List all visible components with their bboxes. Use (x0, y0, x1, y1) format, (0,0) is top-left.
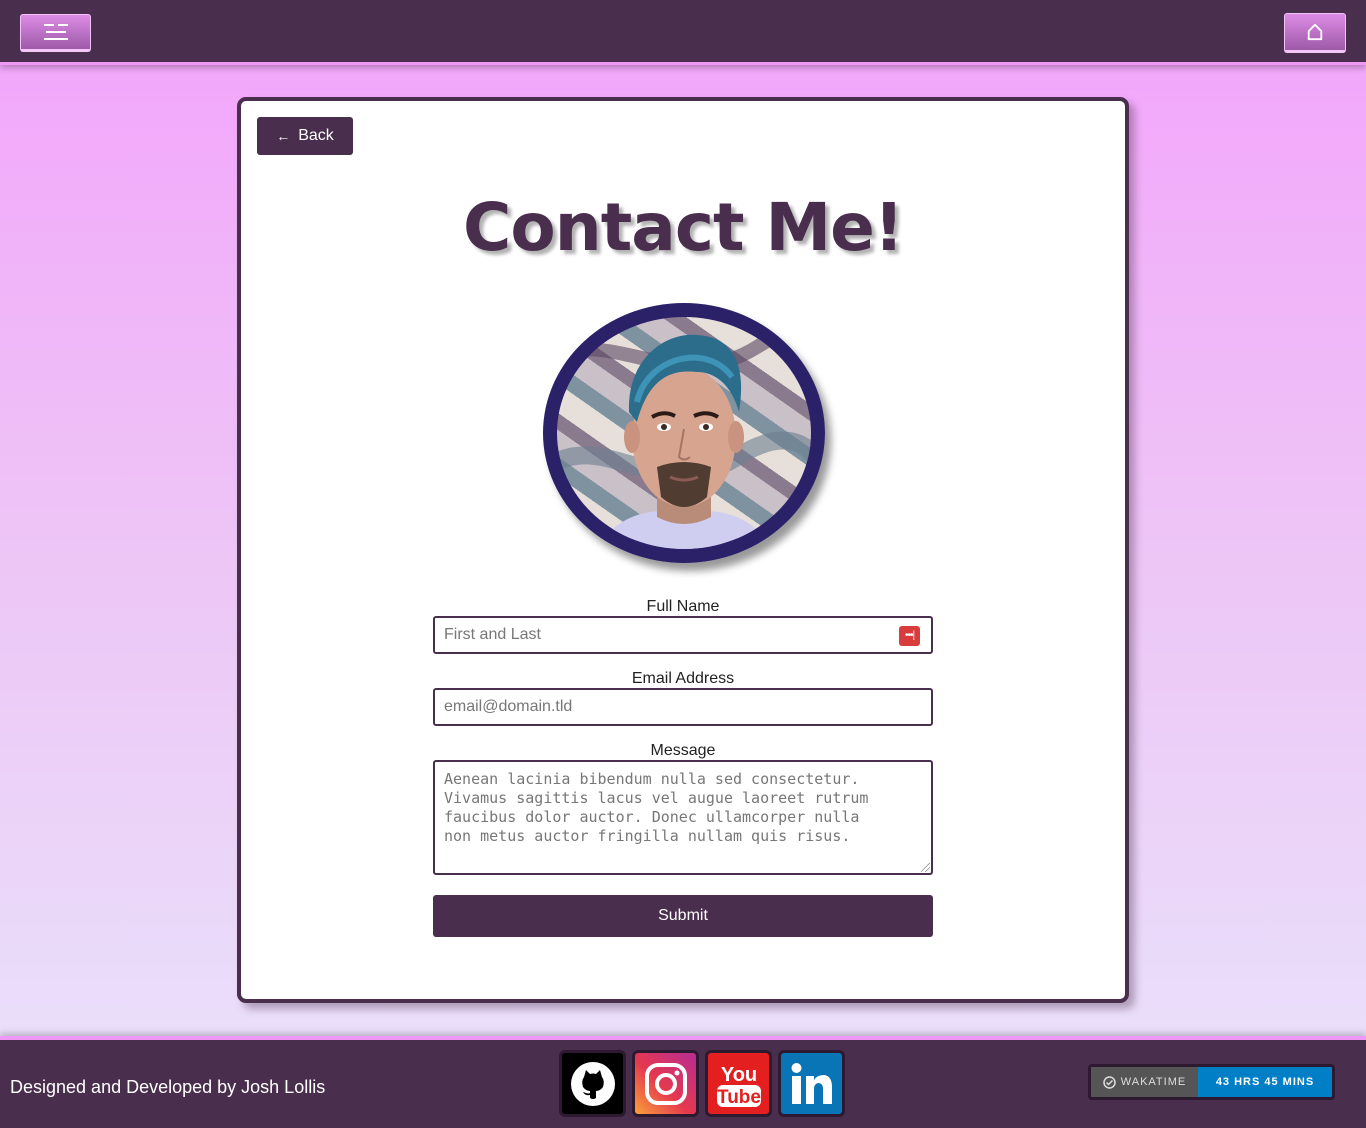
full-name-input[interactable]: First and Last •••| (433, 616, 933, 654)
message-textarea[interactable]: Aenean lacinia bibendum nulla sed consec… (433, 760, 933, 875)
message-label: Message (650, 742, 716, 759)
avatar (543, 303, 827, 565)
wakatime-value: 43 HRS 45 MINS (1198, 1067, 1332, 1097)
menu-button[interactable] (20, 14, 91, 52)
submit-button[interactable]: Submit (433, 895, 933, 937)
github-link[interactable] (559, 1050, 626, 1117)
footer-credit: Designed and Developed by Josh Lollis (10, 1077, 326, 1097)
full-name-label: Full Name (646, 598, 720, 615)
contact-form: Full Name First and Last •••| Email Addr… (433, 598, 933, 937)
wakatime-badge[interactable]: WAKATIME 43 HRS 45 MINS (1088, 1064, 1335, 1100)
linkedin-icon (791, 1062, 832, 1104)
back-label: Back (298, 127, 334, 144)
github-icon (570, 1061, 615, 1106)
youtube-icon: You Tube (716, 1064, 761, 1108)
portrait-image (557, 323, 811, 549)
contact-card: ← Back Contact Me! Full Name First and L… (237, 97, 1129, 1003)
wakatime-label: WAKATIME (1120, 1076, 1187, 1088)
menu-icon (43, 22, 68, 42)
instagram-icon (644, 1062, 687, 1105)
full-name-placeholder: First and Last (444, 626, 541, 643)
home-icon (1307, 23, 1323, 41)
social-links: You Tube (559, 1050, 845, 1117)
password-manager-icon[interactable]: •••| (899, 626, 920, 646)
back-button[interactable]: ← Back (257, 117, 353, 155)
resize-handle-icon[interactable] (921, 863, 930, 872)
home-button[interactable] (1284, 13, 1346, 53)
svg-text:Tube: Tube (717, 1087, 761, 1108)
svg-text:You: You (720, 1064, 756, 1086)
message-placeholder: Aenean lacinia bibendum nulla sed consec… (444, 770, 869, 845)
back-arrow-icon: ← (276, 128, 291, 144)
youtube-link[interactable]: You Tube (705, 1050, 772, 1117)
top-navbar (0, 0, 1366, 65)
wakatime-icon (1103, 1075, 1116, 1089)
instagram-link[interactable] (632, 1050, 699, 1117)
page-title: Contact Me! (462, 189, 904, 266)
email-label: Email Address (631, 670, 735, 687)
linkedin-link[interactable] (778, 1050, 845, 1117)
footer: Designed and Developed by Josh Lollis Yo… (0, 1036, 1366, 1128)
email-placeholder: email@domain.tld (444, 698, 573, 715)
email-input[interactable]: email@domain.tld (433, 688, 933, 726)
